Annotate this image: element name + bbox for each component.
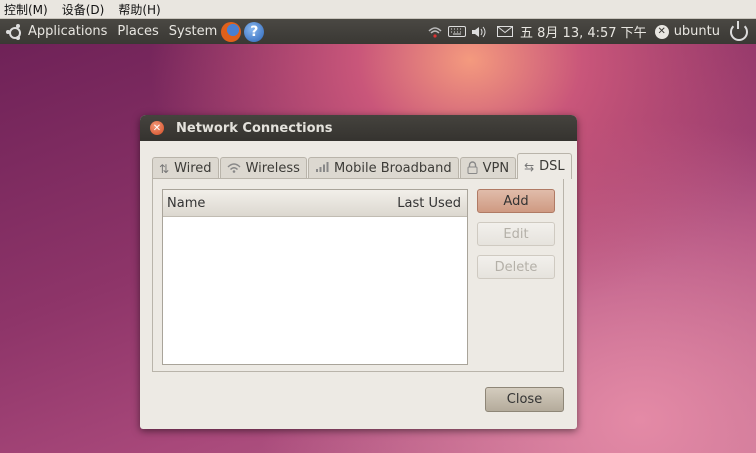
dialog-titlebar[interactable]: ✕ Network Connections: [140, 115, 577, 141]
tab-wireless-label: Wireless: [245, 161, 300, 176]
tab-dsl-label: DSL: [539, 159, 565, 174]
column-name[interactable]: Name: [167, 196, 205, 211]
wireless-icon: [227, 162, 241, 176]
system-menu[interactable]: System: [169, 19, 217, 44]
tab-vpn-label: VPN: [482, 161, 510, 176]
connection-tabs: ⇅ Wired Wireless Mobile Broadband VPN ⇆ …: [152, 153, 573, 179]
wired-icon: ⇅: [159, 161, 170, 176]
viewer-menu-help[interactable]: 帮助(H): [118, 1, 160, 18]
network-signal-icon[interactable]: [424, 19, 446, 44]
volume-icon[interactable]: [468, 19, 490, 44]
mobile-broadband-icon: [315, 161, 329, 176]
tab-vpn[interactable]: VPN: [459, 157, 517, 179]
window-close-icon[interactable]: ✕: [150, 121, 164, 135]
firefox-icon[interactable]: [221, 21, 242, 42]
close-button[interactable]: Close: [485, 387, 564, 412]
system-tray: 五 8月 13, 4:57 下午 ✕ ubuntu: [424, 19, 756, 44]
tab-wireless[interactable]: Wireless: [219, 157, 307, 179]
dsl-tab-panel: Name Last Used Add Edit Delete: [152, 178, 564, 372]
power-icon[interactable]: [730, 20, 748, 41]
tab-dsl[interactable]: ⇆ DSL: [517, 153, 572, 179]
places-menu[interactable]: Places: [117, 19, 158, 44]
top-panel: Applications Places System ? 五 8月 13, 4:…: [0, 19, 756, 44]
ubuntu-logo-icon: [0, 19, 28, 44]
list-header: Name Last Used: [163, 190, 467, 217]
viewer-menu-device[interactable]: 设备(D): [62, 1, 105, 18]
vpn-lock-icon: [467, 160, 478, 177]
viewer-menu-bar: 控制(M) 设备(D) 帮助(H): [0, 0, 756, 19]
user-name: ubuntu: [673, 24, 720, 39]
tab-mobile-broadband[interactable]: Mobile Broadband: [307, 157, 459, 179]
dsl-icon: ⇆: [524, 159, 535, 174]
applications-menu[interactable]: Applications: [28, 19, 107, 44]
column-last-used[interactable]: Last Used: [397, 196, 461, 211]
tab-wired[interactable]: ⇅ Wired: [152, 157, 219, 179]
clock[interactable]: 五 8月 13, 4:57 下午: [520, 22, 647, 41]
mail-icon[interactable]: [494, 19, 516, 44]
network-connections-dialog: ✕ Network Connections ⇅ Wired Wireless M…: [140, 115, 577, 429]
connections-list[interactable]: Name Last Used: [162, 189, 468, 365]
dialog-title: Network Connections: [176, 120, 333, 136]
delete-button[interactable]: Delete: [477, 255, 555, 279]
edit-button[interactable]: Edit: [477, 222, 555, 246]
tab-wired-label: Wired: [174, 161, 212, 176]
add-button[interactable]: Add: [477, 189, 555, 213]
user-menu[interactable]: ✕ ubuntu: [654, 24, 720, 39]
user-status-icon: ✕: [654, 24, 669, 39]
help-icon[interactable]: ?: [244, 21, 265, 42]
keyboard-icon[interactable]: [446, 19, 468, 44]
viewer-menu-control[interactable]: 控制(M): [4, 1, 48, 18]
tab-mobile-broadband-label: Mobile Broadband: [333, 161, 452, 176]
